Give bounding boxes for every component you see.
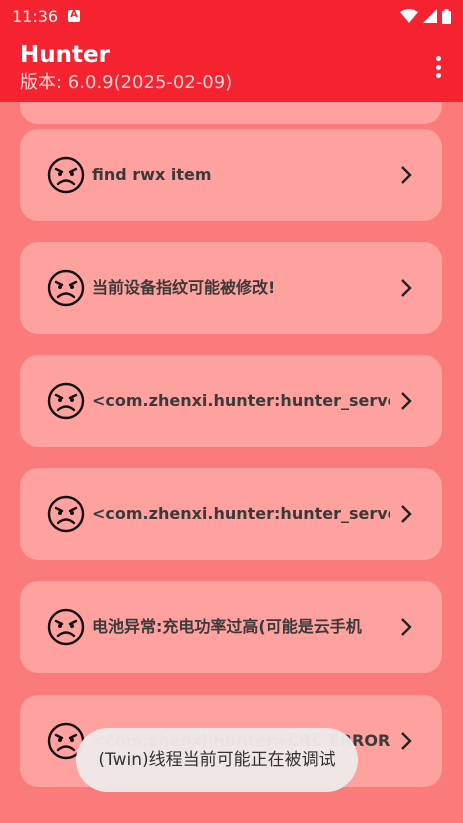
list-item[interactable]: 当前设备指纹可能被修改! (20, 242, 442, 334)
status-time: 11:36 (12, 6, 59, 26)
battery-icon (442, 8, 451, 24)
item-label: 当前设备指纹可能被修改! (92, 278, 276, 297)
more-options-icon[interactable] (435, 56, 441, 78)
sad-face-icon (47, 156, 85, 194)
status-bar: 11:36 (0, 0, 463, 32)
item-label: 电池异常:充电功率过高(可能是云手机 (92, 617, 362, 636)
sad-face-icon (47, 269, 85, 307)
chevron-right-icon (401, 732, 412, 750)
sad-face-icon (47, 608, 85, 646)
list-item[interactable]: <com.zhenxi.hunter:hunter_server_re (20, 468, 442, 560)
item-label: <com.zhenxi.hunter:hunter_server_re (92, 504, 390, 523)
app-title: Hunter (20, 42, 110, 68)
chevron-right-icon (401, 279, 412, 297)
list-item[interactable]: find rwx item (20, 129, 442, 221)
list-item-partial[interactable] (20, 102, 442, 124)
status-icons (400, 8, 451, 24)
accessibility-notification-icon (68, 9, 81, 22)
chevron-right-icon (401, 505, 412, 523)
detection-list: find rwx item 当前设备指纹可能被修改! <com.zhenxi.h (0, 102, 463, 823)
item-label: <com.zhenxi.hunter:hunter_server_re (92, 391, 390, 410)
app-version: 版本: 6.0.9(2025-02-09) (20, 72, 233, 93)
sad-face-icon (47, 382, 85, 420)
wifi-icon (400, 9, 418, 23)
sad-face-icon (47, 495, 85, 533)
app-bar: Hunter 版本: 6.0.9(2025-02-09) (0, 32, 463, 102)
item-label: find rwx item (92, 165, 212, 184)
toast-message: (Twin)线程当前可能正在被调试 (76, 728, 358, 792)
chevron-right-icon (401, 166, 412, 184)
chevron-right-icon (401, 618, 412, 636)
list-item[interactable]: <com.zhenxi.hunter:hunter_server_re (20, 355, 442, 447)
chevron-right-icon (401, 392, 412, 410)
signal-icon (423, 9, 437, 23)
list-item[interactable]: 电池异常:充电功率过高(可能是云手机 (20, 581, 442, 673)
